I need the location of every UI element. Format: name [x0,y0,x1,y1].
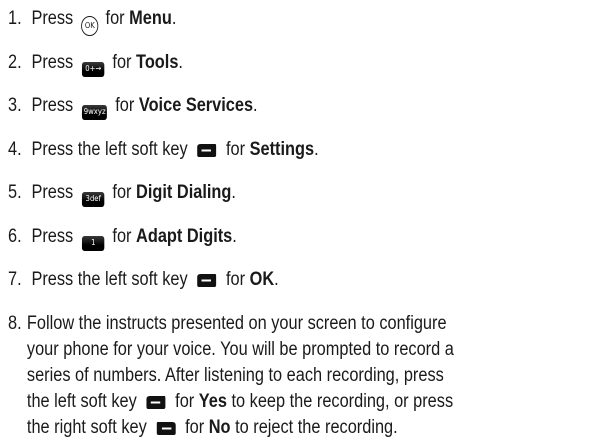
ok-label: OK [249,269,275,290]
zero-key-icon: 0+→ [82,62,105,77]
step-number: 6. [8,226,22,247]
step-number: 4. [8,139,22,160]
step-text: Press [31,95,74,116]
digit-dialing-label: Digit Dialing [136,182,232,203]
step-3: 3. Press 9wxyz for Voice Services. [8,93,511,120]
step-text: series of numbers. After listening to ea… [26,365,444,386]
step-text: for [105,8,125,29]
step-text: Press the left soft key [31,139,188,160]
step-6: 6. Press 1 for Adapt Digits. [8,224,511,251]
step-7: 7. Press the left soft key for OK. [8,267,511,293]
no-label: No [208,417,231,438]
step-1: 1. Press OK for Menu. [8,6,511,36]
yes-label: Yes [198,391,227,412]
step-number: 5. [8,182,22,203]
step-text: for [225,269,246,290]
menu-label: Menu [129,8,172,29]
tools-label: Tools [136,52,179,73]
settings-label: Settings [249,139,315,160]
right-soft-key-icon [156,422,176,435]
step-text: Follow the instructs presented on your s… [26,313,447,334]
three-key-icon: 3def [82,192,105,207]
step-text-line: the right soft key for No to reject the … [26,417,398,438]
step-text: Press the left soft key [31,269,188,290]
one-key-icon: 1 [82,236,105,251]
step-number: 8. [8,313,22,334]
nine-key-icon: 9wxyz [82,105,108,120]
step-text-line: the left soft key for Yes to keep the re… [26,391,454,412]
step-text: Press [31,52,74,73]
step-number: 2. [8,52,22,73]
step-2: 2. Press 0+→ for Tools. [8,50,511,77]
adapt-digits-label: Adapt Digits [136,226,233,247]
step-text: for [112,182,132,203]
left-soft-key-icon [197,274,217,287]
voice-services-label: Voice Services [138,95,254,116]
step-number: 1. [8,8,22,29]
step-4: 4. Press the left soft key for Settings. [8,137,511,163]
step-5: 5. Press 3def for Digit Dialing. [8,180,511,207]
step-text: for [115,95,135,116]
left-soft-key-icon [197,144,217,157]
step-text: Press [31,226,74,247]
step-text: for [225,139,246,160]
left-soft-key-icon [146,396,166,409]
step-text: Press [31,182,74,203]
step-text: your phone for your voice. You will be p… [26,339,454,360]
step-number: 7. [8,269,22,290]
ok-key-icon: OK [81,16,99,36]
step-text: Press [31,8,74,29]
step-8: 8. Follow the instructs presented on your… [8,311,511,441]
step-number: 3. [8,95,22,116]
step-text: for [112,226,132,247]
step-text: for [112,52,132,73]
